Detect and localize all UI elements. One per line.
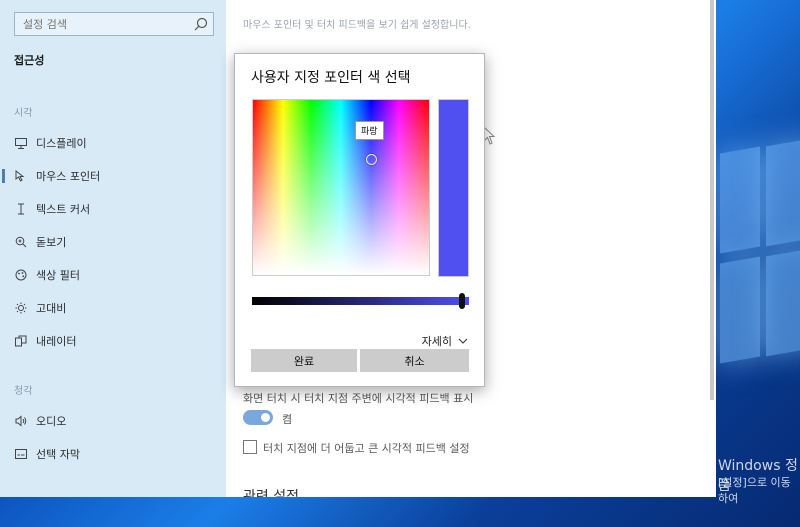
sidebar-item-audio[interactable]: 오디오 <box>0 406 226 436</box>
magnifier-icon <box>14 235 28 249</box>
section-hearing: 청각 <box>14 386 33 397</box>
sidebar-item-label: 디스플레이 <box>36 137 87 150</box>
activate-windows-subtitle: [설정]으로 이동하여 <box>718 476 791 505</box>
sun-icon <box>14 301 28 315</box>
color-preview <box>438 99 469 277</box>
brightness-slider-thumb[interactable] <box>459 293 465 309</box>
brightness-slider[interactable] <box>252 297 469 305</box>
sidebar-item-text-cursor[interactable]: 텍스트 커서 <box>0 194 226 224</box>
speaker-icon <box>14 414 28 428</box>
narrator-icon <box>14 334 28 348</box>
sidebar-item-high-contrast[interactable]: 고대비 <box>0 293 226 323</box>
color-spectrum[interactable]: 파랑 <box>252 99 430 276</box>
touch-feedback-toggle[interactable] <box>243 410 273 425</box>
cancel-button[interactable]: 취소 <box>360 349 469 372</box>
darker-feedback-label: 터치 지점에 더 어둡고 큰 시각적 피드백 설정 <box>263 442 470 455</box>
color-picker-dialog: 사용자 지정 포인터 색 선택 파랑 자세히 완료 취소 <box>234 53 485 387</box>
sidebar-item-label: 색상 필터 <box>36 269 80 282</box>
sidebar-item-label: 오디오 <box>36 415 67 428</box>
mouse-pointer-icon <box>14 169 28 183</box>
search-icon[interactable] <box>193 16 209 32</box>
chevron-down-icon <box>458 338 468 344</box>
sidebar-item-display[interactable]: 디스플레이 <box>0 128 226 158</box>
sidebar-item-captions[interactable]: 선택 자막 <box>0 439 226 469</box>
more-details-label: 자세히 <box>421 335 452 348</box>
sidebar-item-color-filter[interactable]: 색상 필터 <box>0 260 226 290</box>
mouse-cursor-icon <box>483 126 496 145</box>
sidebar-item-label: 내레이터 <box>36 335 77 348</box>
dialog-title: 사용자 지정 포인터 색 선택 <box>251 70 411 86</box>
color-name-tooltip: 파랑 <box>355 121 384 140</box>
scrollbar[interactable] <box>710 0 714 400</box>
sidebar-item-magnifier[interactable]: 돋보기 <box>0 227 226 257</box>
color-filter-icon <box>14 268 28 282</box>
sidebar-item-label: 마우스 포인터 <box>36 170 101 183</box>
related-settings-heading: 관련 설정 <box>243 489 299 497</box>
sidebar-heading: 접근성 <box>14 54 45 67</box>
search-input[interactable] <box>15 13 185 36</box>
touch-feedback-label: 화면 터치 시 터치 지점 주변에 시각적 피드백 표시 <box>243 392 474 405</box>
monitor-icon <box>14 136 28 150</box>
sidebar-item-label: 돋보기 <box>36 236 67 249</box>
windows-logo <box>720 137 800 380</box>
done-button[interactable]: 완료 <box>251 349 357 372</box>
page-subtitle: 마우스 포인터 및 터치 피드백을 보기 쉽게 설정합니다. <box>243 20 471 31</box>
sidebar: 접근성 시각 디스플레이 마우스 포인터 텍스트 커서 돋보기 <box>0 0 226 497</box>
more-details-link[interactable]: 자세히 <box>422 333 468 349</box>
sidebar-item-label: 선택 자막 <box>36 448 80 461</box>
search-box[interactable] <box>14 12 214 36</box>
darker-feedback-checkbox[interactable] <box>243 440 257 454</box>
sidebar-item-label: 고대비 <box>36 302 67 315</box>
text-cursor-icon <box>14 202 28 216</box>
sidebar-item-label: 텍스트 커서 <box>36 203 91 216</box>
sidebar-item-narrator[interactable]: 내레이터 <box>0 326 226 356</box>
sidebar-item-mouse-pointer[interactable]: 마우스 포인터 <box>0 161 226 191</box>
color-picker-ring[interactable] <box>366 154 377 165</box>
section-vision: 시각 <box>14 108 33 119</box>
captions-icon <box>14 447 28 461</box>
toggle-state-text: 켬 <box>282 413 293 426</box>
